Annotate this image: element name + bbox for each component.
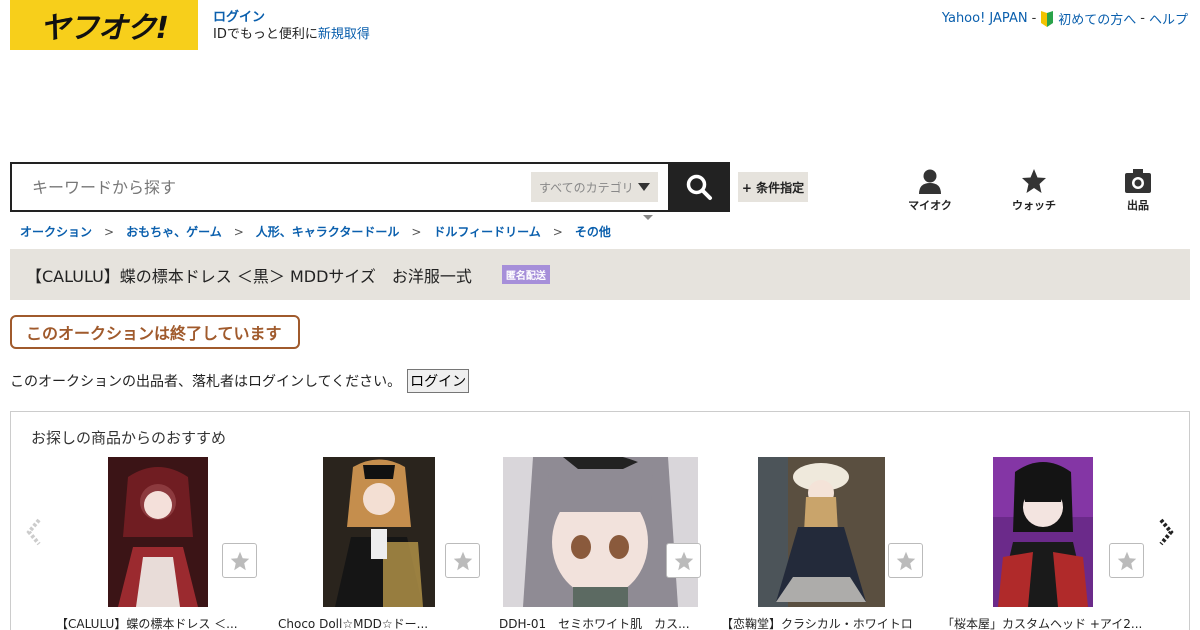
anonymous-shipping-badge: 匿名配送 [501, 265, 550, 284]
carousel-next-icon[interactable] [1155, 517, 1175, 547]
category-select[interactable]: すべてのカテゴリ [531, 172, 658, 202]
doll-red-dress-photo [108, 457, 208, 607]
doll-head-closeup-photo [503, 453, 698, 607]
auction-ended-banner: このオークションは終了しています [10, 315, 300, 349]
item-thumbnail[interactable] [758, 457, 885, 607]
camera-icon [1125, 169, 1151, 193]
breadcrumb-separator: > [552, 224, 563, 239]
item-thumbnail[interactable] [993, 457, 1093, 607]
help-link[interactable]: ヘルプ [1149, 9, 1188, 28]
carousel-prev-icon[interactable] [25, 517, 45, 547]
item-name[interactable]: 「桜本屋」カスタムヘッド +アイ2... [942, 615, 1142, 630]
login-button[interactable]: ログイン [407, 369, 470, 393]
breadcrumb-separator: > [411, 224, 422, 239]
star-icon [1117, 551, 1136, 570]
star-icon [230, 551, 249, 570]
breadcrumb-separator: > [104, 224, 115, 239]
beginners-link[interactable]: 初めての方へ [1058, 9, 1136, 28]
item-title-bar: 【CALULU】蝶の標本ドレス ＜黒＞ MDDサイズ お洋服一式 匿名配送 [10, 249, 1190, 300]
watch-star-button[interactable] [445, 543, 480, 578]
login-link[interactable]: ログイン [213, 9, 370, 26]
search-button[interactable] [668, 162, 730, 212]
nav-watch[interactable]: ウォッチ [994, 168, 1074, 213]
login-message: このオークションの出品者、落札者はログインしてください。 [10, 374, 402, 390]
recommendation-heading: お探しの商品からのおすすめ [31, 429, 227, 447]
breadcrumb-item[interactable]: 人形、キャラクタードール [256, 223, 400, 240]
search-icon [686, 174, 712, 200]
item-name[interactable]: 【恋鞠堂】クラシカル・ホワイトロ [721, 615, 913, 630]
watch-star-button[interactable] [666, 543, 701, 578]
item-thumbnail[interactable] [108, 457, 208, 607]
logo-text: ヤフオク! [39, 11, 169, 46]
doll-classical-dress-photo [758, 457, 885, 607]
item-title: 【CALULU】蝶の標本ドレス ＜黒＞ MDDサイズ お洋服一式 [26, 266, 472, 286]
recommendation-panel: お探しの商品からのおすすめ 【CALULU】蝶の標本ドレス ＜... Choco… [10, 411, 1190, 630]
nav-myauc-label: マイオク [908, 199, 952, 212]
nav-sell-label: 出品 [1127, 199, 1149, 212]
caret-down-icon [643, 215, 653, 220]
star-icon [453, 551, 472, 570]
star-icon [674, 551, 693, 570]
watch-star-button[interactable] [1109, 543, 1144, 578]
item-thumbnail[interactable] [323, 457, 435, 607]
item-name[interactable]: 【CALULU】蝶の標本ドレス ＜... [56, 615, 238, 630]
link-separator: - [1031, 11, 1037, 26]
nav-sell[interactable]: 出品 [1098, 168, 1178, 213]
search-input[interactable] [12, 164, 527, 210]
nav-watch-label: ウォッチ [1012, 199, 1056, 212]
condition-filter-button[interactable]: + 条件指定 [738, 172, 808, 202]
breadcrumb: オークション > おもちゃ、ゲーム > 人形、キャラクタードール > ドルフィー… [20, 223, 611, 240]
link-separator: - [1140, 11, 1145, 26]
chevron-down-icon [638, 183, 650, 191]
breadcrumb-separator: > [233, 224, 244, 239]
login-message-row: このオークションの出品者、落札者はログインしてください。 ログイン [10, 369, 470, 393]
breadcrumb-item[interactable]: ドルフィードリーム [433, 223, 540, 240]
star-icon [1022, 169, 1046, 193]
beginner-mark-icon [1041, 10, 1054, 27]
breadcrumb-item[interactable]: その他 [575, 223, 611, 240]
top-links: Yahoo! JAPAN - 初めての方へ - ヘルプ [942, 9, 1188, 28]
watch-star-button[interactable] [888, 543, 923, 578]
item-thumbnail[interactable] [503, 453, 698, 607]
user-icon [919, 169, 941, 194]
item-name[interactable]: DDH-01 セミホワイト肌 カス... [499, 615, 690, 630]
doll-dark-purple-photo [993, 457, 1093, 607]
star-icon [896, 551, 915, 570]
search-bar: すべてのカテゴリ [10, 162, 730, 212]
watch-star-button[interactable] [222, 543, 257, 578]
yahoo-japan-link[interactable]: Yahoo! JAPAN [942, 11, 1028, 26]
doll-black-gold-dress-photo [323, 457, 435, 607]
breadcrumb-item[interactable]: オークション [20, 223, 92, 240]
nav-myauc[interactable]: マイオク [890, 168, 970, 213]
yahuoku-logo[interactable]: ヤフオク! [10, 0, 198, 50]
breadcrumb-item[interactable]: おもちゃ、ゲーム [126, 223, 222, 240]
register-link[interactable]: 新規取得 [318, 27, 370, 42]
category-select-label: すべてのカテゴリ [539, 180, 634, 195]
item-name[interactable]: Choco Doll☆MDD☆ドー... [278, 615, 428, 630]
login-sub-text: IDでもっと便利に [213, 27, 318, 42]
login-box: ログイン IDでもっと便利に新規取得 [213, 9, 370, 43]
